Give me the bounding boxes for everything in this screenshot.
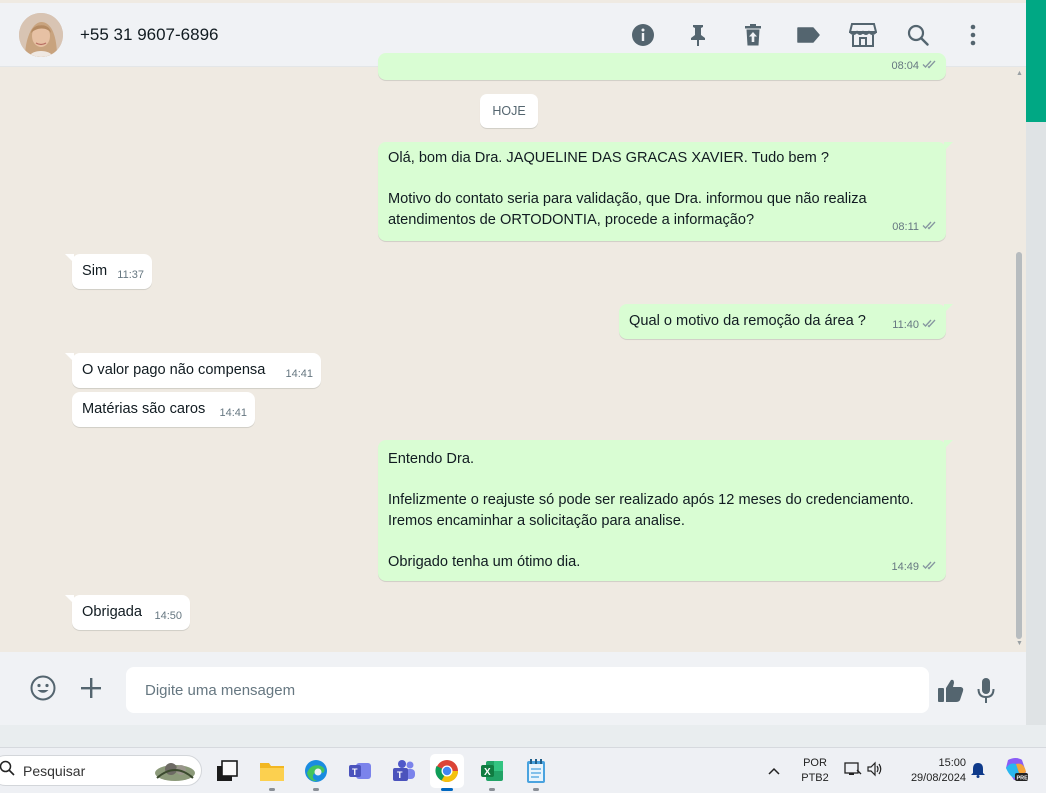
notepad-icon bbox=[527, 759, 545, 783]
previous-message-bubble[interactable]: 08:04 bbox=[378, 53, 946, 80]
search-button[interactable] bbox=[890, 15, 945, 55]
message-meta: 08:11 bbox=[892, 217, 938, 238]
search-label: Pesquisar bbox=[23, 762, 86, 779]
chat-scrollbar[interactable]: ▲ ▼ bbox=[1016, 67, 1024, 652]
notification-bell-icon[interactable] bbox=[970, 762, 986, 783]
store-icon bbox=[848, 23, 877, 47]
svg-text:X: X bbox=[484, 767, 491, 778]
store-button[interactable] bbox=[835, 15, 890, 55]
taskbar-file-explorer[interactable] bbox=[255, 754, 289, 791]
chrome-icon bbox=[435, 760, 458, 782]
edge-icon bbox=[305, 760, 327, 782]
microphone-icon bbox=[977, 678, 995, 703]
volume-icon bbox=[867, 761, 882, 777]
taskbar-edge[interactable] bbox=[299, 754, 333, 791]
message-meta: 14:41 bbox=[285, 367, 313, 380]
taskbar-excel[interactable]: X bbox=[475, 754, 509, 791]
message-bubble-incoming[interactable]: O valor pago não compensa 14:41 bbox=[65, 353, 321, 388]
avatar[interactable] bbox=[19, 12, 63, 57]
message-meta: 14:49 bbox=[891, 557, 938, 578]
date-chip: HOJE bbox=[480, 94, 538, 128]
message-text: O valor pago não compensa bbox=[82, 362, 266, 378]
label-button[interactable] bbox=[780, 15, 835, 55]
info-button[interactable] bbox=[615, 15, 670, 55]
tray-overflow-chevron-icon[interactable] bbox=[768, 762, 780, 778]
label-icon bbox=[796, 27, 820, 43]
taskbar-teams[interactable]: T bbox=[387, 754, 421, 788]
double-check-icon bbox=[922, 557, 938, 578]
message-text: Entendo Dra. Infelizmente o reajuste só … bbox=[388, 451, 914, 570]
attach-button[interactable] bbox=[71, 668, 111, 708]
message-bubble-incoming[interactable]: Matérias são caros 14:41 bbox=[72, 392, 255, 427]
teams-icon: T bbox=[349, 763, 371, 779]
taskbar-task-view[interactable] bbox=[210, 754, 244, 788]
input-language-indicator[interactable]: POR PTB2 bbox=[800, 756, 830, 786]
message-bubble-incoming[interactable]: Obrigada 14:50 bbox=[65, 595, 190, 630]
window-side-panel bbox=[1026, 122, 1046, 725]
double-check-icon bbox=[922, 217, 938, 238]
search-icon bbox=[907, 24, 929, 46]
pin-button[interactable] bbox=[670, 15, 725, 55]
info-icon bbox=[631, 24, 654, 46]
taskbar-teams-work[interactable]: T bbox=[343, 754, 377, 788]
task-view-icon bbox=[217, 760, 238, 781]
message-bubble-outgoing[interactable]: Olá, bom dia Dra. JAQUELINE DAS GRACAS X… bbox=[378, 142, 953, 241]
svg-text:T: T bbox=[352, 767, 358, 777]
svg-text:PRE: PRE bbox=[1017, 776, 1029, 782]
thumbs-up-button[interactable] bbox=[931, 671, 971, 711]
folder-icon bbox=[260, 763, 284, 781]
network-icon bbox=[844, 762, 862, 775]
taskbar: Pesquisar T T X POR PTB2 15:00 29/08/202… bbox=[0, 747, 1046, 793]
emoji-button[interactable] bbox=[23, 668, 63, 708]
whatsapp-window: +55 31 9607-6896 08:04 HOJE Olá, bom dia… bbox=[0, 0, 1026, 725]
message-composer bbox=[0, 652, 1026, 725]
message-meta: 11:40 bbox=[892, 315, 938, 336]
copilot-icon[interactable]: PRE bbox=[1002, 756, 1030, 784]
message-text: Qual o motivo da remoção da área ? bbox=[629, 313, 866, 329]
tray-status-icons[interactable] bbox=[844, 761, 884, 777]
message-text: Olá, bom dia Dra. JAQUELINE DAS GRACAS X… bbox=[388, 150, 867, 228]
emoji-icon bbox=[30, 675, 56, 701]
svg-text:T: T bbox=[397, 770, 403, 780]
message-list[interactable]: 08:04 HOJE Olá, bom dia Dra. JAQUELINE D… bbox=[0, 53, 1026, 652]
message-input[interactable] bbox=[126, 667, 929, 713]
message-bubble-outgoing[interactable]: Qual o motivo da remoção da área ? 11:40 bbox=[619, 304, 953, 339]
menu-icon bbox=[970, 24, 975, 46]
search-icon bbox=[0, 760, 15, 781]
message-meta: 14:50 bbox=[154, 609, 182, 622]
scroll-down-arrow[interactable]: ▼ bbox=[1016, 640, 1023, 647]
taskbar-clock[interactable]: 15:00 29/08/2024 bbox=[896, 756, 966, 786]
message-meta: 14:41 bbox=[219, 406, 247, 419]
message-meta: 11:37 bbox=[117, 268, 144, 281]
microphone-button[interactable] bbox=[966, 671, 1006, 711]
menu-button[interactable] bbox=[945, 15, 1000, 55]
window-accent-side bbox=[1026, 0, 1046, 122]
message-bubble-outgoing[interactable]: Entendo Dra. Infelizmente o reajuste só … bbox=[378, 440, 953, 581]
message-bubble-incoming[interactable]: Sim 11:37 bbox=[65, 254, 152, 289]
delete-button[interactable] bbox=[725, 15, 780, 55]
double-check-icon bbox=[922, 315, 938, 336]
thumbs-up-icon bbox=[938, 679, 964, 702]
scroll-up-arrow[interactable]: ▲ bbox=[1016, 70, 1023, 77]
scroll-thumb[interactable] bbox=[1016, 252, 1022, 639]
plus-icon bbox=[81, 678, 101, 698]
taskbar-chrome[interactable] bbox=[430, 754, 464, 791]
taskbar-search[interactable]: Pesquisar bbox=[0, 755, 202, 786]
message-meta: 08:04 bbox=[891, 56, 938, 77]
taskbar-notepad[interactable] bbox=[519, 754, 553, 791]
contact-name[interactable]: +55 31 9607-6896 bbox=[80, 25, 219, 45]
delete-icon bbox=[744, 24, 761, 46]
search-highlight-icon bbox=[155, 763, 195, 781]
pin-icon bbox=[690, 25, 705, 46]
excel-icon: X bbox=[481, 761, 503, 781]
double-check-icon bbox=[922, 56, 938, 77]
teams-icon: T bbox=[393, 760, 415, 781]
